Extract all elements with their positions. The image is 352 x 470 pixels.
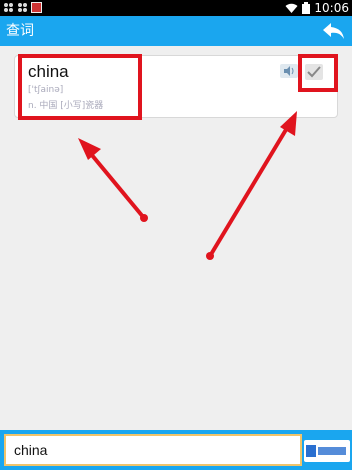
notification-icon (18, 3, 27, 12)
annotation-box-word (18, 54, 142, 120)
bottom-search-bar (0, 430, 352, 470)
annotation-arrow-tail-left (140, 214, 148, 222)
back-arrow-icon[interactable] (320, 19, 346, 43)
watermark-logo (304, 440, 350, 462)
battery-icon (302, 2, 311, 14)
status-icons-right: 10:06 (285, 1, 349, 15)
app-icon (31, 2, 42, 13)
status-icons-left (3, 2, 42, 13)
notification-icon (4, 3, 13, 12)
status-bar: 10:06 (0, 0, 352, 16)
annotation-box-check (298, 54, 338, 92)
wifi-icon (285, 3, 298, 13)
speaker-icon[interactable] (280, 64, 298, 78)
search-input[interactable] (4, 434, 302, 466)
annotation-arrow-right (208, 126, 289, 258)
annotation-arrow-left (89, 152, 146, 220)
app-bar: 查词 (0, 16, 352, 46)
annotation-arrow-tail-right (206, 252, 214, 260)
status-time: 10:06 (314, 1, 349, 15)
page-title: 查词 (6, 23, 34, 39)
annotation-arrowhead-left (78, 138, 101, 160)
